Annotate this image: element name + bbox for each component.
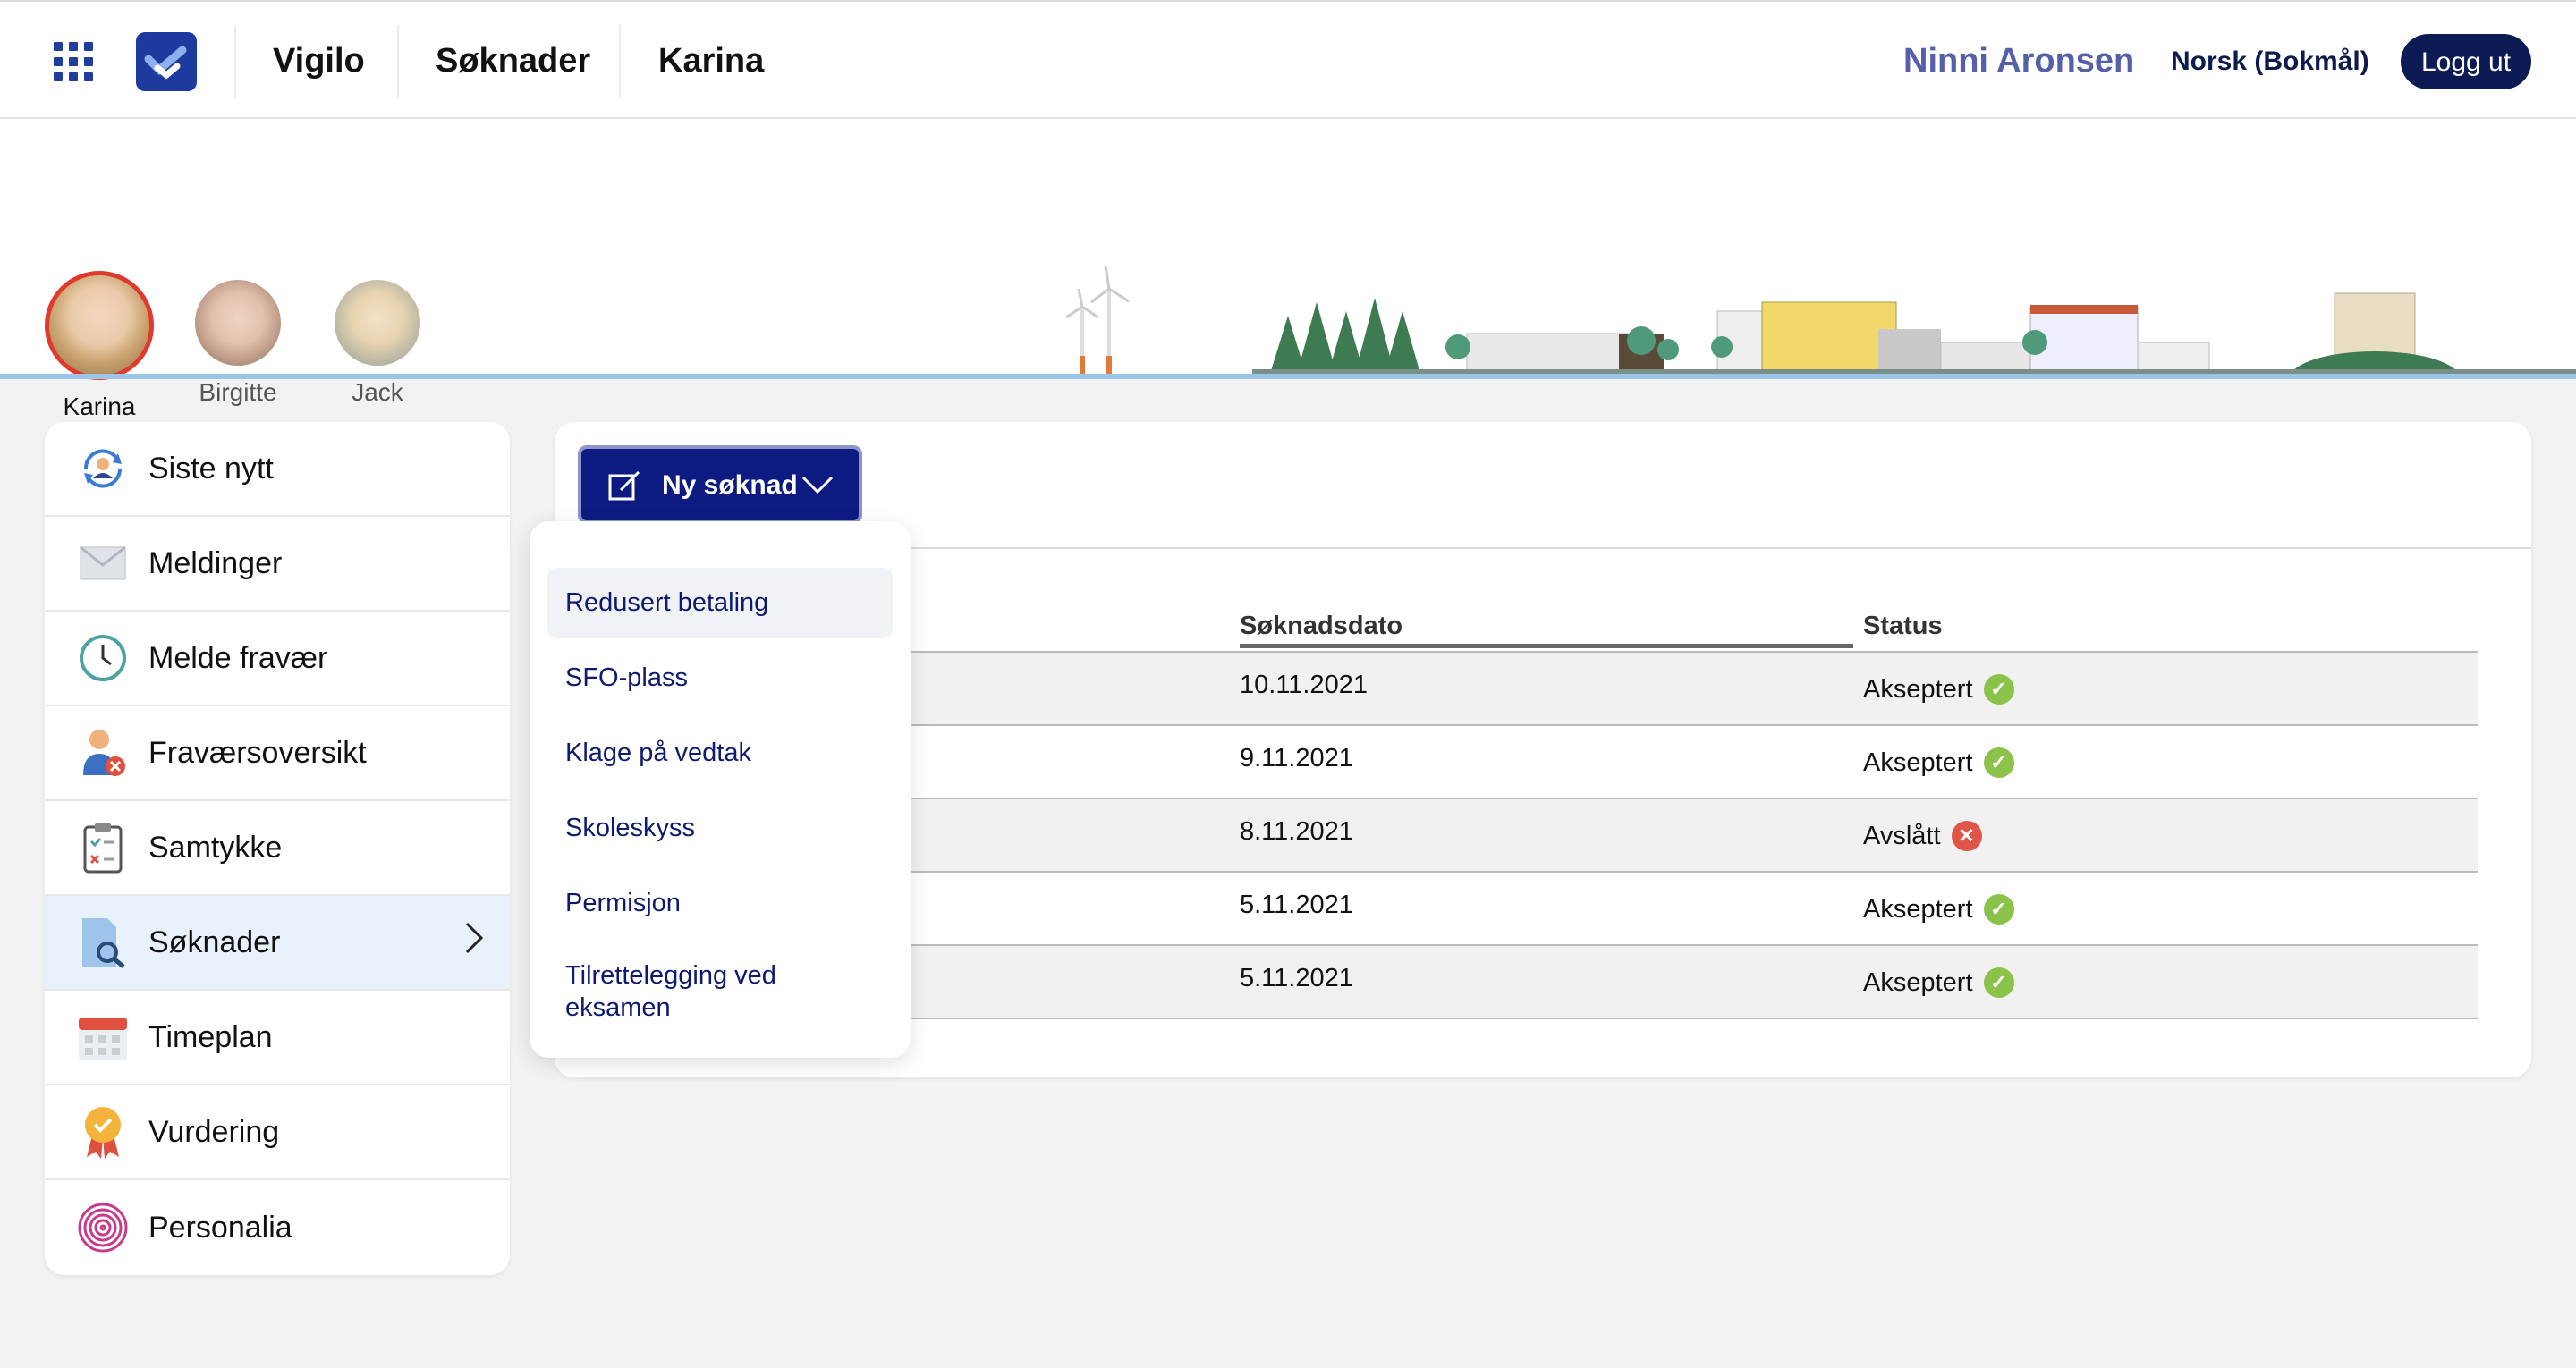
child-birgitte[interactable]: Birgitte	[195, 271, 281, 407]
sidebar-item-label: Personalia	[148, 1210, 292, 1245]
table-row[interactable]: 10.11.2021 Akseptert ✓	[894, 653, 2478, 726]
table-row[interactable]: 9.11.2021 Akseptert ✓	[894, 726, 2478, 799]
status-text: Akseptert	[1863, 967, 1973, 997]
new-application-label: Ny søknad	[662, 470, 798, 500]
sidebar-item-timeplan[interactable]: Timeplan	[45, 991, 510, 1085]
app-grid-icon[interactable]	[54, 42, 93, 81]
edit-icon	[608, 470, 642, 508]
logout-button[interactable]: Logg ut	[2401, 34, 2531, 89]
application-date: 9.11.2021	[1240, 744, 1353, 773]
document-search-icon	[77, 916, 129, 968]
table-row[interactable]: 5.11.2021 Akseptert ✓	[894, 946, 2478, 1019]
sidebar-item-siste-nytt[interactable]: Siste nytt	[45, 422, 510, 517]
calendar-icon	[77, 1011, 129, 1063]
column-header-date[interactable]: Søknadsdato	[1240, 612, 1402, 641]
check-circle-icon: ✓	[1983, 967, 2014, 998]
application-status: Akseptert ✓	[1863, 674, 2014, 705]
application-status: Akseptert ✓	[1863, 967, 2014, 998]
clipboard-check-icon	[77, 822, 129, 874]
table-row[interactable]: 8.11.2021 Avslått ✕	[894, 799, 2478, 873]
sidebar-item-label: Samtykke	[148, 830, 283, 865]
status-text: Avslått	[1863, 821, 1941, 850]
clock-icon	[77, 632, 129, 684]
sidebar-item-personalia[interactable]: Personalia	[45, 1180, 510, 1275]
sidebar-item-samtykke[interactable]: Samtykke	[45, 801, 510, 896]
horizon-line	[0, 374, 2576, 379]
sidebar-item-label: Fraværsoversikt	[148, 735, 367, 770]
dropdown-item-permisjon[interactable]: Permisjon	[547, 868, 893, 938]
sidebar-item-fravaersoversikt[interactable]: Fraværsoversikt	[45, 706, 510, 801]
status-text: Akseptert	[1863, 894, 1973, 924]
dropdown-item-skoleskyss[interactable]: Skoleskyss	[547, 793, 893, 863]
envelope-icon	[77, 537, 129, 589]
nav-vigilo[interactable]: Vigilo	[273, 2, 365, 121]
sidebar: Siste nytt Meldinger Melde fravær Fravær…	[45, 422, 510, 1275]
sidebar-item-label: Søknader	[148, 925, 281, 959]
table-row[interactable]: 5.11.2021 Akseptert ✓	[894, 873, 2478, 946]
dropdown-item-tilrettelegging[interactable]: Tilrettelegging ved eksamen	[547, 959, 816, 1024]
application-status: Akseptert ✓	[1863, 747, 2014, 778]
fingerprint-icon	[77, 1202, 129, 1254]
sidebar-item-meldinger[interactable]: Meldinger	[45, 517, 510, 612]
sidebar-item-soknader[interactable]: Søknader	[45, 896, 510, 991]
refresh-person-icon	[77, 443, 129, 494]
column-header-status[interactable]: Status	[1863, 612, 1943, 641]
child-name: Jack	[352, 378, 403, 406]
sidebar-item-label: Vurdering	[148, 1114, 280, 1149]
avatar	[45, 271, 154, 380]
child-name: Birgitte	[199, 378, 277, 406]
child-name: Karina	[63, 393, 136, 420]
dropdown-item-klage-pa-vedtak[interactable]: Klage på vedtak	[547, 718, 893, 788]
application-status: Akseptert ✓	[1863, 894, 2014, 925]
status-text: Akseptert	[1863, 674, 1973, 704]
application-date: 5.11.2021	[1240, 964, 1353, 992]
check-circle-icon: ✓	[1983, 674, 2014, 705]
check-circle-icon: ✓	[1983, 747, 2014, 778]
avatar	[195, 280, 281, 366]
sidebar-item-melde-fravaer[interactable]: Melde fravær	[45, 612, 510, 706]
vigilo-logo[interactable]	[136, 32, 197, 91]
check-circle-icon: ✓	[1983, 894, 2014, 925]
award-badge-icon	[77, 1106, 129, 1159]
application-date: 5.11.2021	[1240, 891, 1353, 919]
new-application-dropdown: Redusert betaling SFO-plass Klage på ved…	[530, 521, 911, 1058]
child-karina[interactable]: Karina	[45, 271, 154, 421]
child-jack[interactable]: Jack	[335, 271, 420, 407]
sort-indicator	[1240, 644, 1853, 648]
nav-child-karina[interactable]: Karina	[658, 2, 764, 121]
sidebar-item-label: Melde fravær	[148, 640, 328, 675]
application-date: 10.11.2021	[1240, 671, 1368, 699]
application-date: 8.11.2021	[1240, 817, 1353, 846]
dropdown-item-sfo-plass[interactable]: SFO-plass	[547, 643, 893, 713]
nav-soknader[interactable]: Søknader	[436, 2, 590, 121]
chevron-down-icon	[801, 472, 834, 502]
dropdown-item-redusert-betaling[interactable]: Redusert betaling	[547, 568, 893, 638]
user-name[interactable]: Ninni Aronsen	[1903, 2, 2134, 121]
top-bar: Vigilo Søknader Karina Ninni Aronsen Nor…	[0, 0, 2576, 119]
children-banner: Karina Birgitte Jack	[0, 119, 2576, 420]
language-selector[interactable]: Norsk (Bokmål)	[2171, 2, 2369, 121]
sidebar-item-label: Siste nytt	[148, 451, 274, 486]
application-status: Avslått ✕	[1863, 821, 1982, 851]
x-circle-icon: ✕	[1951, 821, 1982, 851]
person-absent-icon	[77, 727, 129, 779]
chevron-right-icon	[463, 920, 485, 966]
sidebar-item-vurdering[interactable]: Vurdering	[45, 1085, 510, 1180]
new-application-button[interactable]: Ny søknad	[578, 445, 862, 524]
avatar	[335, 280, 420, 366]
sidebar-item-label: Meldinger	[148, 545, 283, 580]
status-text: Akseptert	[1863, 747, 1973, 777]
sidebar-item-label: Timeplan	[148, 1019, 273, 1054]
